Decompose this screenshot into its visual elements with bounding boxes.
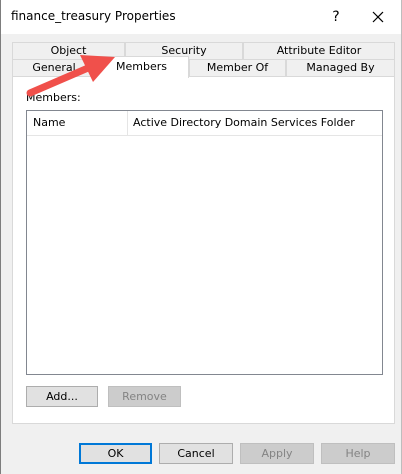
column-header-name[interactable]: Name	[33, 116, 65, 129]
column-separator[interactable]	[127, 111, 128, 135]
remove-member-button[interactable]: Remove	[108, 386, 181, 407]
members-list[interactable]: Name Active Directory Domain Services Fo…	[26, 110, 383, 375]
tab-managed-by[interactable]: Managed By	[286, 59, 395, 76]
column-header-folder[interactable]: Active Directory Domain Services Folder	[133, 116, 355, 129]
apply-button[interactable]: Apply	[240, 443, 314, 464]
help-title-button[interactable]: ?	[323, 5, 349, 29]
properties-dialog: finance_treasury Properties ? Object Sec…	[0, 0, 402, 474]
title-bar: finance_treasury Properties ?	[1, 0, 401, 34]
tab-member-of[interactable]: Member Of	[189, 59, 286, 76]
members-list-header: Name Active Directory Domain Services Fo…	[27, 111, 382, 136]
ok-button[interactable]: OK	[79, 443, 152, 464]
help-button[interactable]: Help	[321, 443, 395, 464]
window-title: finance_treasury Properties	[11, 9, 176, 23]
members-tab-panel: Members: Name Active Directory Domain Se…	[12, 76, 395, 424]
tab-general[interactable]: General	[12, 59, 96, 76]
cancel-button[interactable]: Cancel	[159, 443, 233, 464]
tab-attribute-editor[interactable]: Attribute Editor	[243, 42, 395, 59]
close-button[interactable]	[365, 5, 391, 29]
close-icon	[372, 11, 384, 23]
tab-members[interactable]: Members	[94, 56, 189, 78]
members-label: Members:	[26, 91, 81, 104]
add-member-button[interactable]: Add...	[26, 386, 98, 407]
